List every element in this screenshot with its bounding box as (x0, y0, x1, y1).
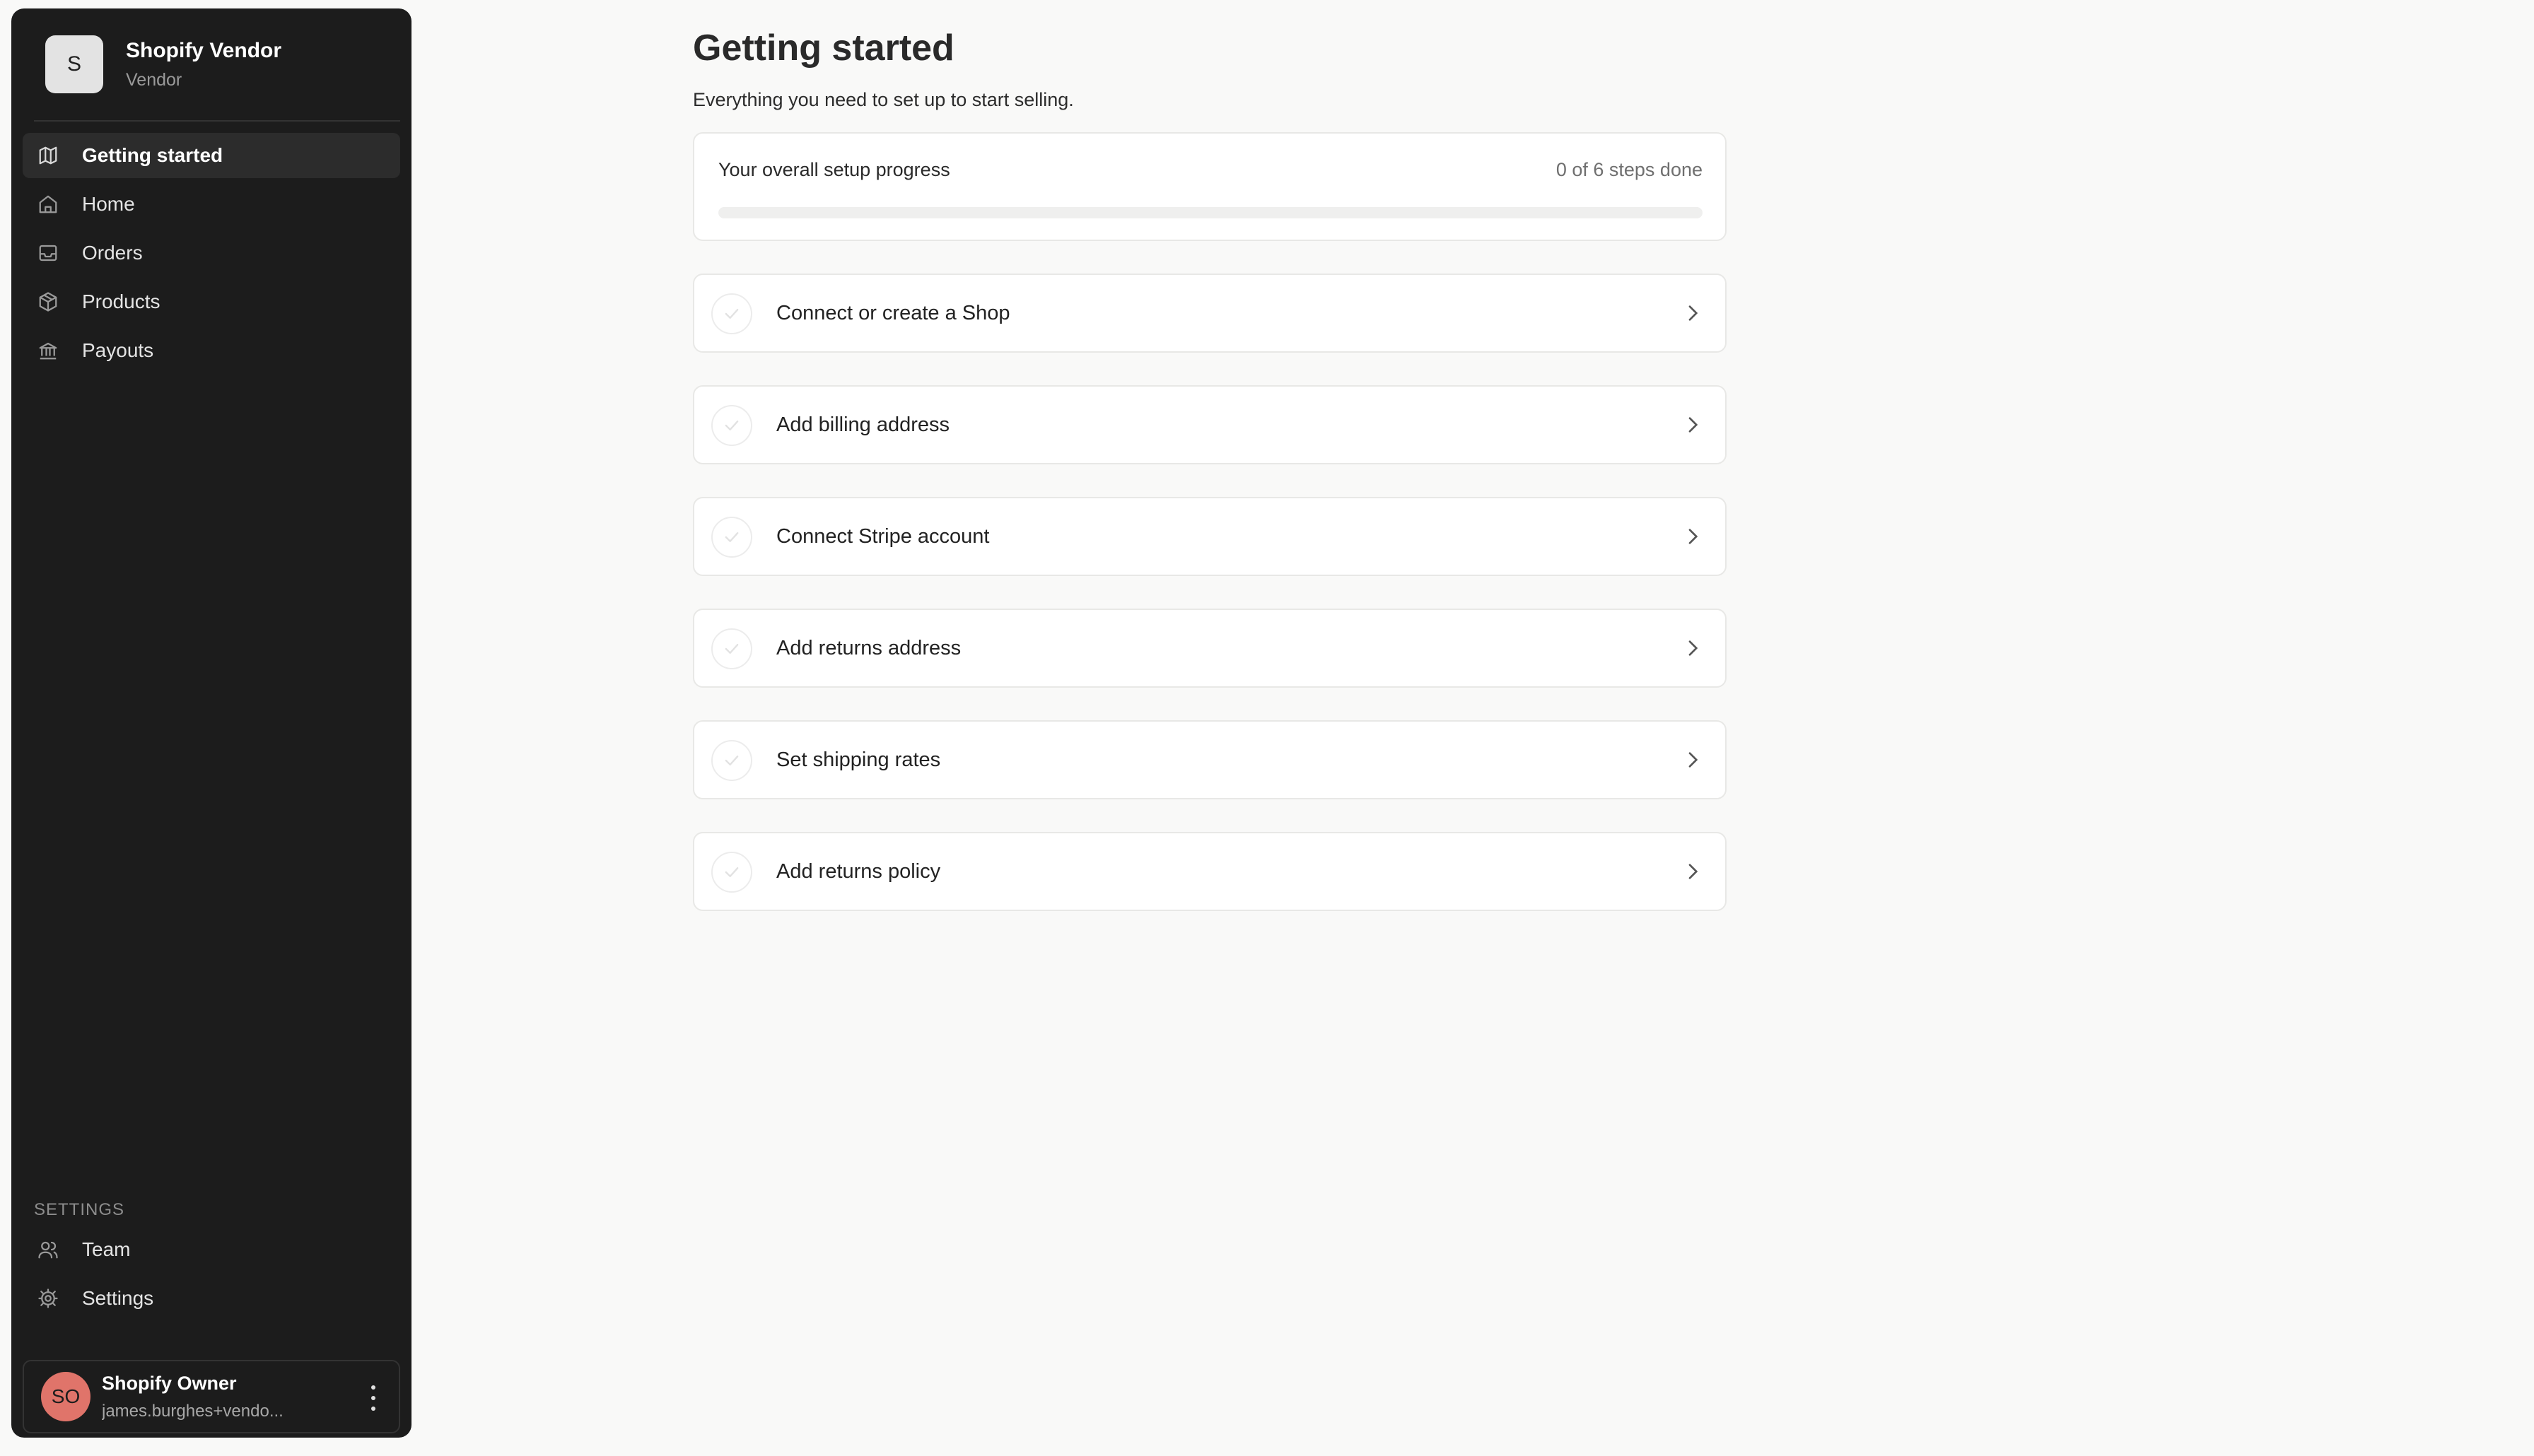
user-email: james.burghes+vendo... (102, 1401, 284, 1421)
step-label: Connect Stripe account (776, 524, 990, 548)
more-vertical-icon[interactable] (366, 1385, 380, 1411)
step-label: Set shipping rates (776, 748, 941, 771)
avatar: SO (41, 1372, 90, 1421)
sidebar-item-team[interactable]: Team (23, 1227, 400, 1272)
gear-icon (37, 1287, 59, 1310)
sidebar-item-label: Payouts (82, 339, 154, 361)
chevron-right-icon (1688, 417, 1698, 433)
sidebar-item-label: Getting started (82, 144, 223, 166)
brand-text: Shopify Vendor Vendor (126, 39, 281, 90)
step-billing-address[interactable]: Add billing address (693, 385, 1727, 464)
sidebar-item-label: Products (82, 290, 160, 312)
step-label: Add returns address (776, 636, 962, 659)
step-connect-shop[interactable]: Connect or create a Shop (693, 274, 1727, 353)
chevron-right-icon (1688, 864, 1698, 879)
chevron-right-icon (1688, 640, 1698, 656)
inbox-icon (37, 242, 59, 264)
sidebar-item-label: Orders (82, 242, 143, 264)
settings-nav: Team Settings (23, 1227, 400, 1325)
brand-logo: S (45, 35, 103, 93)
progress-label: Your overall setup progress (718, 159, 950, 180)
check-circle-icon (711, 293, 752, 334)
chevron-right-icon (1688, 752, 1698, 768)
user-name: Shopify Owner (102, 1372, 237, 1394)
sidebar-item-label: Team (82, 1238, 131, 1260)
sidebar-item-orders[interactable]: Orders (23, 230, 400, 276)
user-account-card[interactable]: SO Shopify Owner james.burghes+vendo... (23, 1360, 400, 1433)
main-content: Getting started Everything you need to s… (693, 21, 1727, 944)
step-label: Add returns policy (776, 859, 941, 883)
step-stripe-account[interactable]: Connect Stripe account (693, 497, 1727, 576)
setup-progress-card: Your overall setup progress 0 of 6 steps… (693, 132, 1727, 241)
setup-steps-list: Connect or create a Shop Add billing add… (693, 274, 1727, 911)
step-label: Add billing address (776, 413, 950, 436)
brand-role: Vendor (126, 69, 182, 90)
sidebar-item-label: Settings (82, 1287, 154, 1309)
step-returns-address[interactable]: Add returns address (693, 609, 1727, 688)
chevron-right-icon (1688, 305, 1698, 321)
settings-section-heading: SETTINGS (34, 1200, 125, 1219)
sidebar-divider (34, 120, 400, 122)
page-title: Getting started (693, 28, 954, 69)
check-circle-icon (711, 517, 752, 558)
map-icon (37, 144, 59, 167)
bank-icon (37, 339, 59, 362)
chevron-right-icon (1688, 529, 1698, 544)
sidebar: S Shopify Vendor Vendor Getting started … (11, 8, 411, 1438)
sidebar-item-home[interactable]: Home (23, 182, 400, 227)
home-icon (37, 193, 59, 216)
package-icon (37, 290, 59, 313)
brand-switcher[interactable]: S Shopify Vendor Vendor (45, 33, 385, 96)
check-circle-icon (711, 405, 752, 446)
page-subtitle: Everything you need to set up to start s… (693, 89, 1074, 110)
check-circle-icon (711, 852, 752, 893)
user-info: Shopify Owner james.burghes+vendo... (102, 1373, 356, 1421)
progress-count: 0 of 6 steps done (1555, 159, 1703, 180)
sidebar-item-payouts[interactable]: Payouts (23, 328, 400, 373)
progress-bar (718, 207, 1703, 218)
users-icon (37, 1238, 59, 1261)
step-shipping-rates[interactable]: Set shipping rates (693, 720, 1727, 799)
check-circle-icon (711, 628, 752, 669)
main-nav: Getting started Home Orders Products Pay… (23, 133, 400, 377)
check-circle-icon (711, 740, 752, 781)
sidebar-item-products[interactable]: Products (23, 279, 400, 324)
step-label: Connect or create a Shop (776, 301, 1010, 324)
step-returns-policy[interactable]: Add returns policy (693, 832, 1727, 911)
sidebar-item-settings[interactable]: Settings (23, 1276, 400, 1321)
sidebar-item-getting-started[interactable]: Getting started (23, 133, 400, 178)
brand-name: Shopify Vendor (126, 38, 282, 62)
sidebar-item-label: Home (82, 193, 135, 215)
